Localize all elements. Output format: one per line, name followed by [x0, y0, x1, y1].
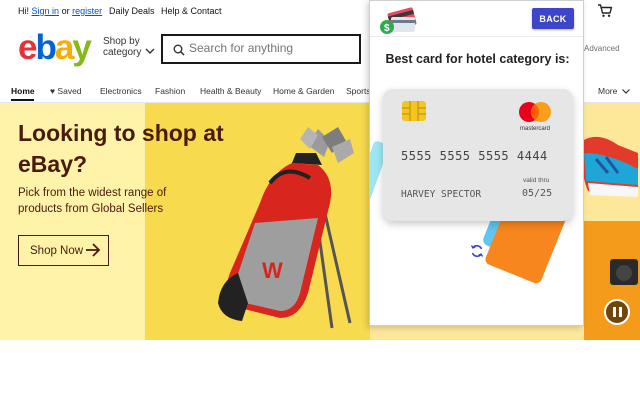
credit-cards-icon: $ [380, 7, 417, 34]
nav-item-fashion[interactable]: Fashion [155, 86, 185, 96]
mastercard-logo-icon [519, 102, 551, 122]
shop-now-label: Shop Now [30, 244, 84, 257]
popup-header: $ BACK [370, 1, 583, 37]
advanced-search-link[interactable]: Advanced [584, 44, 620, 53]
nav-item-home[interactable]: Home [11, 86, 35, 96]
more-label: More [598, 86, 618, 96]
search-input[interactable] [189, 41, 359, 55]
card-advisor-popup: $ BACK Best card for hotel category is: … [369, 0, 584, 326]
nav-item-electronics[interactable]: Electronics [100, 86, 142, 96]
back-button[interactable]: BACK [532, 8, 574, 29]
sign-in-link[interactable]: Sign in [32, 6, 60, 16]
help-contact-link[interactable]: Help & Contact [161, 6, 222, 16]
pause-icon [619, 307, 622, 317]
saved-label: Saved [57, 86, 82, 96]
card-holder-name: HARVEY SPECTOR [401, 189, 482, 200]
card-network-label: mastercard [519, 126, 550, 132]
carousel-pause-button[interactable] [604, 299, 630, 325]
arrow-right-icon [85, 243, 101, 260]
chevron-down-icon [621, 89, 630, 94]
nav-item-health-beauty[interactable]: Health & Beauty [200, 86, 261, 96]
best-card-heading: Best card for hotel category is: [385, 52, 570, 66]
or-text: or [61, 6, 70, 16]
chevron-down-icon [145, 42, 155, 60]
card-expiry: 05/25 [522, 188, 553, 199]
shop-by-line1: Shop by [103, 36, 140, 47]
daily-deals-link[interactable]: Daily Deals [109, 6, 155, 16]
camera-image [610, 259, 638, 285]
page-root: Hi! Sign in or register Daily Deals Help… [0, 0, 640, 400]
sneaker-image[interactable] [578, 123, 640, 203]
greeting-line: Hi! Sign in or register [18, 6, 102, 16]
nav-item-saved[interactable]: ♥ Saved [50, 86, 82, 96]
card-number: 5555 5555 5555 4444 [401, 149, 548, 163]
svg-text:$: $ [384, 23, 390, 34]
nav-item-more[interactable]: More [598, 86, 630, 96]
nav-item-home-garden[interactable]: Home & Garden [273, 86, 334, 96]
heart-icon: ♥ [50, 86, 56, 96]
pause-icon [613, 307, 616, 317]
shop-now-button[interactable]: Shop Now [18, 235, 109, 266]
nav-item-sports[interactable]: Sports [346, 86, 371, 96]
recommended-credit-card[interactable]: mastercard 5555 5555 5555 4444 valid thr… [383, 89, 573, 221]
shop-by-line2: category [103, 47, 142, 58]
search-icon [173, 43, 185, 61]
search-box [161, 34, 361, 64]
greeting-text: Hi! [18, 6, 29, 16]
cart-icon[interactable] [597, 3, 613, 20]
hero-title: Looking to shop at eBay? [18, 120, 224, 177]
svg-text:W: W [262, 258, 283, 283]
card-chip [402, 101, 426, 121]
valid-thru-label: valid thru [523, 177, 550, 184]
active-tab-indicator [11, 99, 34, 101]
hero-subtitle: Pick from the widest range of products f… [18, 187, 167, 215]
refresh-icon[interactable] [470, 244, 484, 258]
shop-by-category-button[interactable]: Shop by category [103, 36, 141, 58]
ebay-logo[interactable]: ebay [18, 28, 92, 68]
register-link[interactable]: register [72, 6, 102, 16]
